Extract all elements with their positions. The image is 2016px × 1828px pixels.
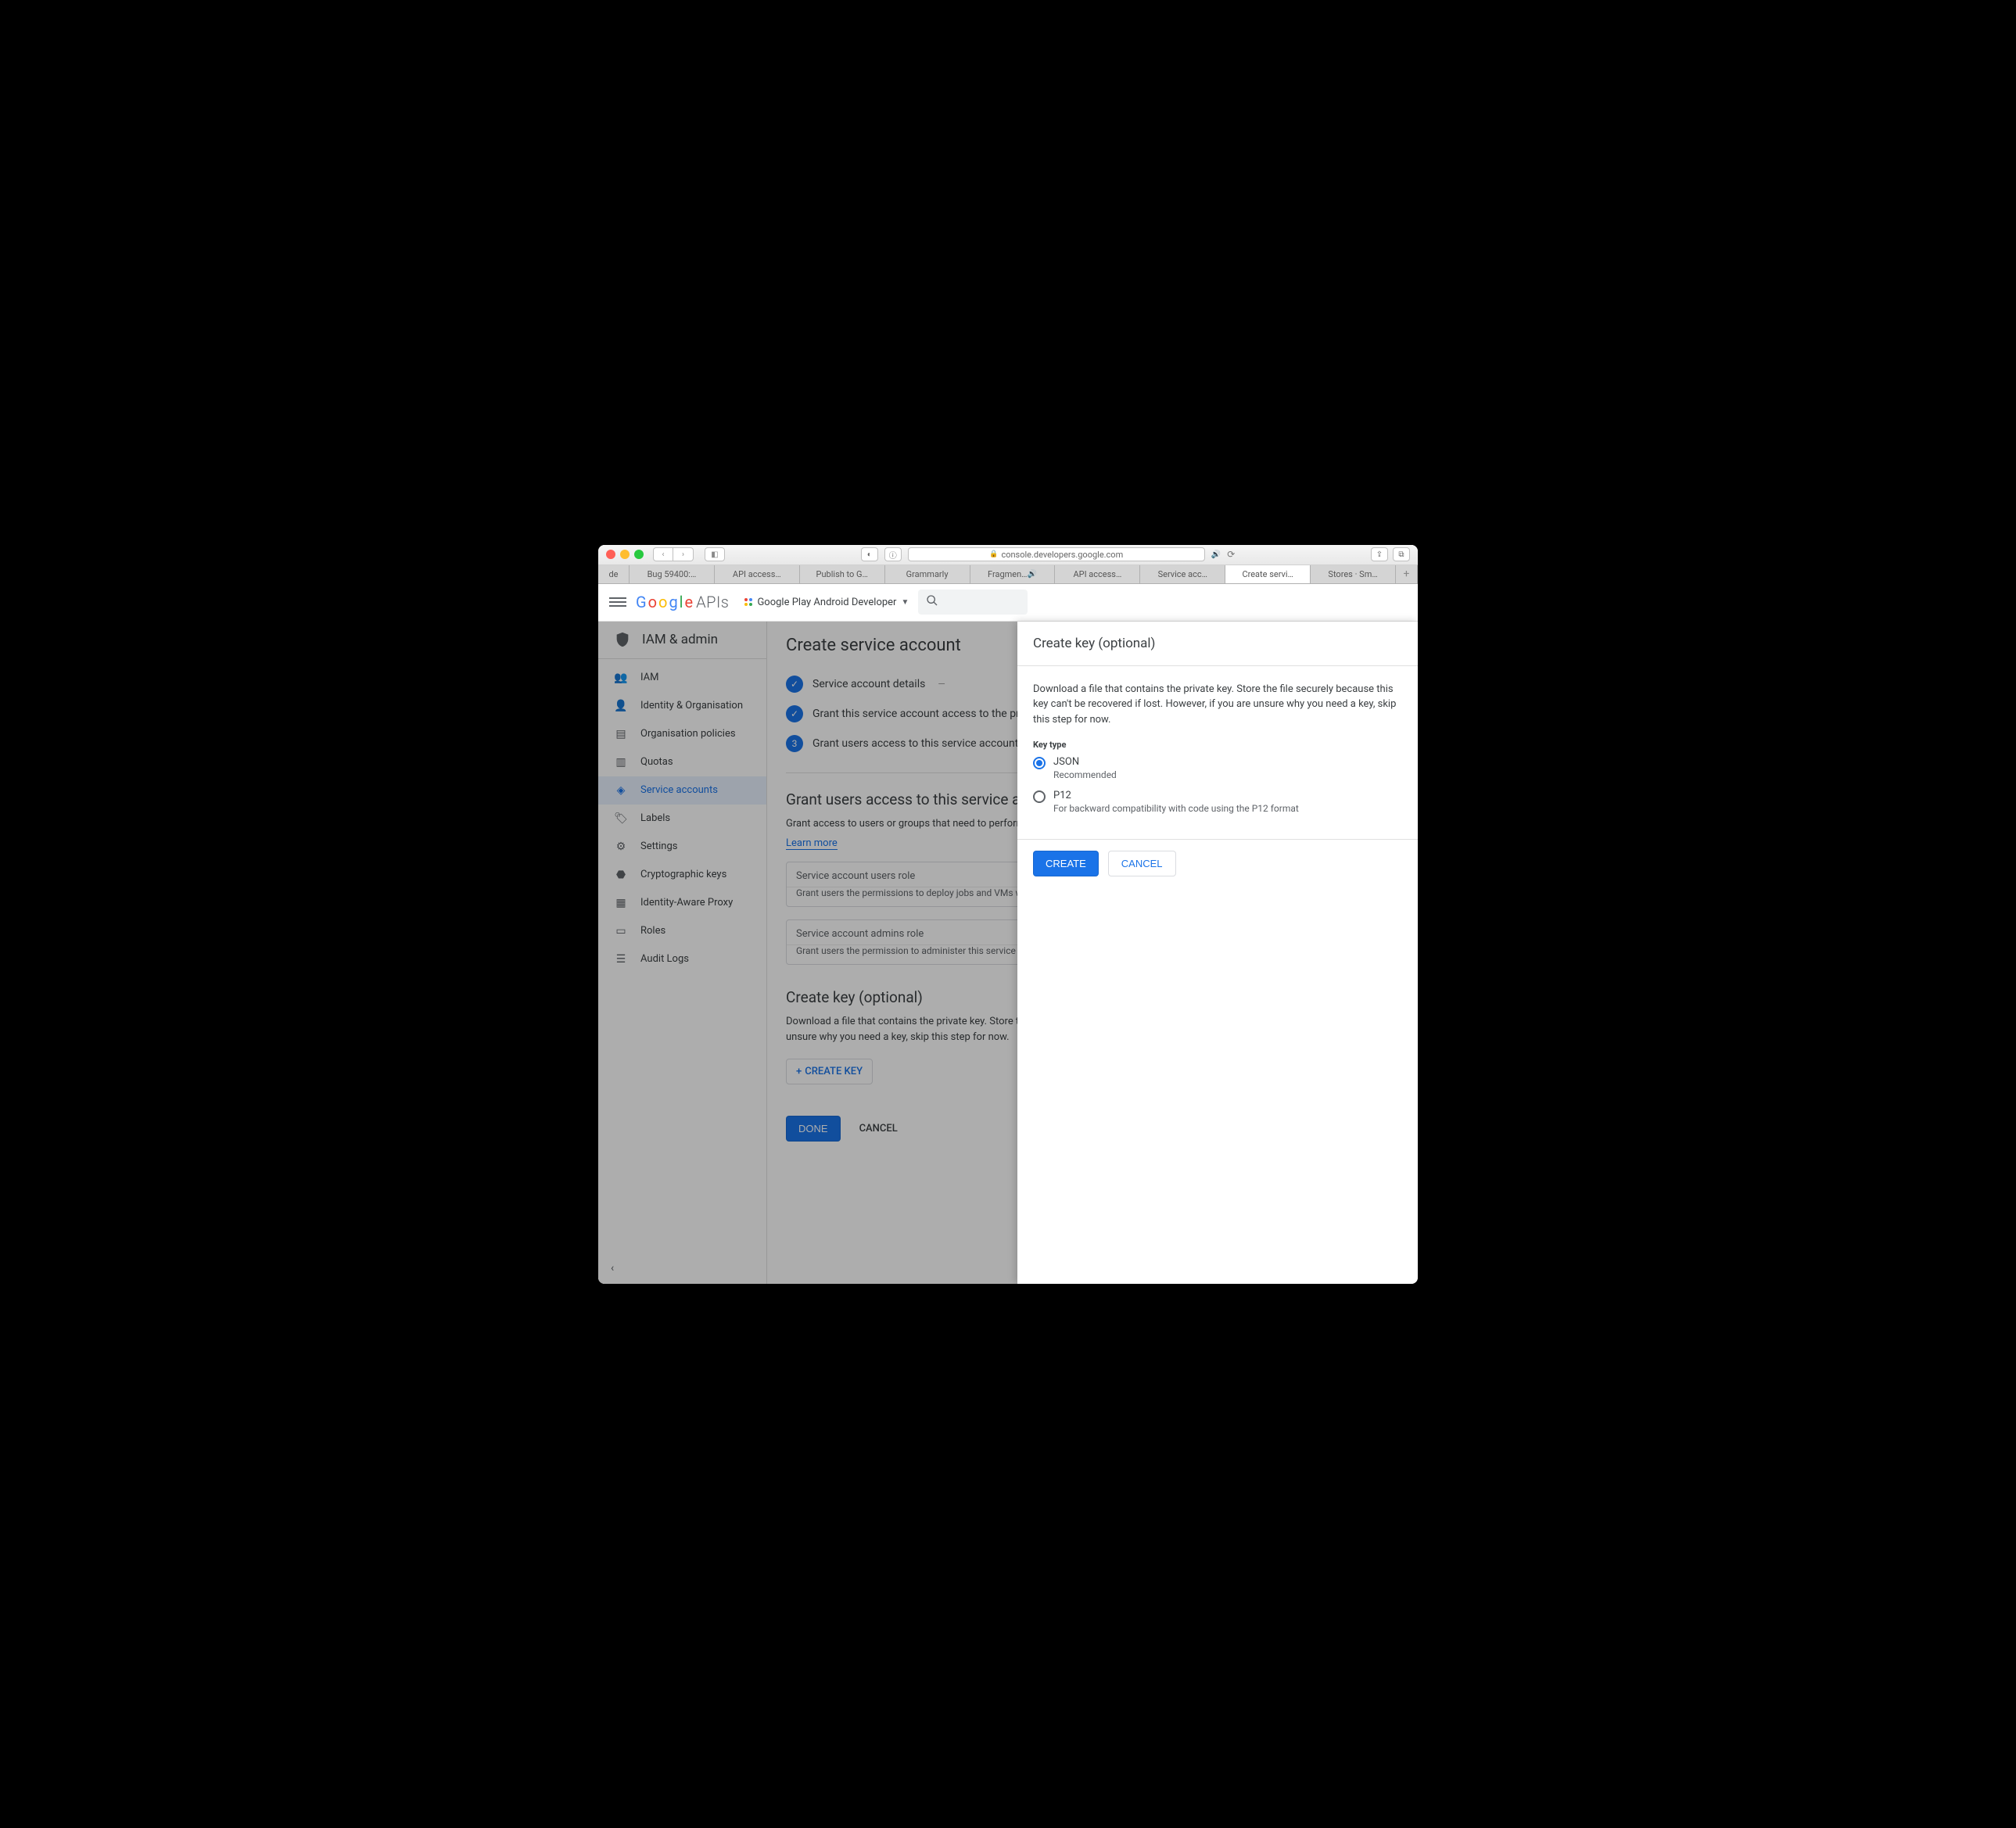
- browser-tab[interactable]: Bug 59400:…: [630, 565, 715, 583]
- create-key-drawer: Create key (optional) Download a file th…: [1017, 622, 1418, 1284]
- browser-tab[interactable]: Fragmen… 🔊: [970, 565, 1056, 583]
- search-input[interactable]: [918, 590, 1028, 615]
- minimize-window-icon[interactable]: [620, 550, 630, 559]
- sound-icon[interactable]: 🔊: [1211, 550, 1221, 559]
- tab-sound-icon: 🔊: [1028, 570, 1037, 579]
- lock-icon: 🔒: [989, 550, 998, 558]
- keytype-label: Key type: [1033, 740, 1402, 750]
- share-icon[interactable]: ⇪: [1371, 547, 1388, 561]
- project-selector[interactable]: Google Play Android Developer ▼: [744, 597, 909, 608]
- browser-tab[interactable]: Stores · Sm…: [1311, 565, 1396, 583]
- address-bar[interactable]: 🔒 console.developers.google.com: [908, 547, 1205, 561]
- drawer-create-button[interactable]: CREATE: [1033, 851, 1099, 876]
- drawer-description: Download a file that contains the privat…: [1033, 682, 1402, 728]
- info-icon[interactable]: ⓘ: [884, 547, 902, 561]
- radio-label: JSON: [1053, 756, 1117, 768]
- radio-sublabel: Recommended: [1053, 769, 1117, 780]
- project-name: Google Play Android Developer: [757, 597, 896, 608]
- radio-sublabel: For backward compatibility with code usi…: [1053, 803, 1299, 814]
- chevron-down-icon: ▼: [901, 598, 909, 607]
- browser-tab[interactable]: API access…: [1055, 565, 1140, 583]
- radio-icon: [1033, 790, 1046, 803]
- drawer-title: Create key (optional): [1033, 636, 1402, 651]
- extension-icon[interactable]: ◐: [861, 547, 878, 561]
- google-apis-logo: Google APIs: [636, 593, 729, 611]
- url-text: console.developers.google.com: [1001, 550, 1123, 560]
- browser-tab[interactable]: Grammarly: [885, 565, 970, 583]
- tabs-overview-icon[interactable]: ⧉: [1393, 547, 1410, 561]
- new-tab-button[interactable]: +: [1396, 565, 1418, 583]
- drawer-cancel-button[interactable]: CANCEL: [1108, 851, 1176, 876]
- search-icon: [926, 594, 938, 610]
- app-header: Google APIs Google Play Android Develope…: [598, 584, 1418, 622]
- forward-button[interactable]: ›: [673, 547, 694, 561]
- refresh-icon[interactable]: ⟳: [1227, 549, 1235, 560]
- maximize-window-icon[interactable]: [634, 550, 644, 559]
- radio-label: P12: [1053, 790, 1299, 801]
- window-titlebar: ‹ › ◧ ◐ ⓘ 🔒 console.developers.google.co…: [598, 545, 1418, 565]
- menu-icon[interactable]: [609, 593, 626, 611]
- sidebar-toggle-icon[interactable]: ◧: [705, 547, 725, 561]
- back-button[interactable]: ‹: [653, 547, 673, 561]
- browser-tab-active[interactable]: Create servi…: [1225, 565, 1311, 583]
- tab-label: Fragmen…: [988, 569, 1028, 579]
- radio-icon: [1033, 757, 1046, 769]
- browser-tab[interactable]: de: [598, 565, 630, 583]
- radio-p12[interactable]: P12 For backward compatibility with code…: [1033, 790, 1402, 814]
- project-dots-icon: [744, 598, 752, 606]
- browser-tabs: de Bug 59400:… API access… Publish to G……: [598, 565, 1418, 584]
- browser-tab[interactable]: Service acc…: [1140, 565, 1225, 583]
- close-window-icon[interactable]: [606, 550, 615, 559]
- browser-tab[interactable]: Publish to G…: [800, 565, 885, 583]
- radio-json[interactable]: JSON Recommended: [1033, 756, 1402, 780]
- browser-tab[interactable]: API access…: [715, 565, 800, 583]
